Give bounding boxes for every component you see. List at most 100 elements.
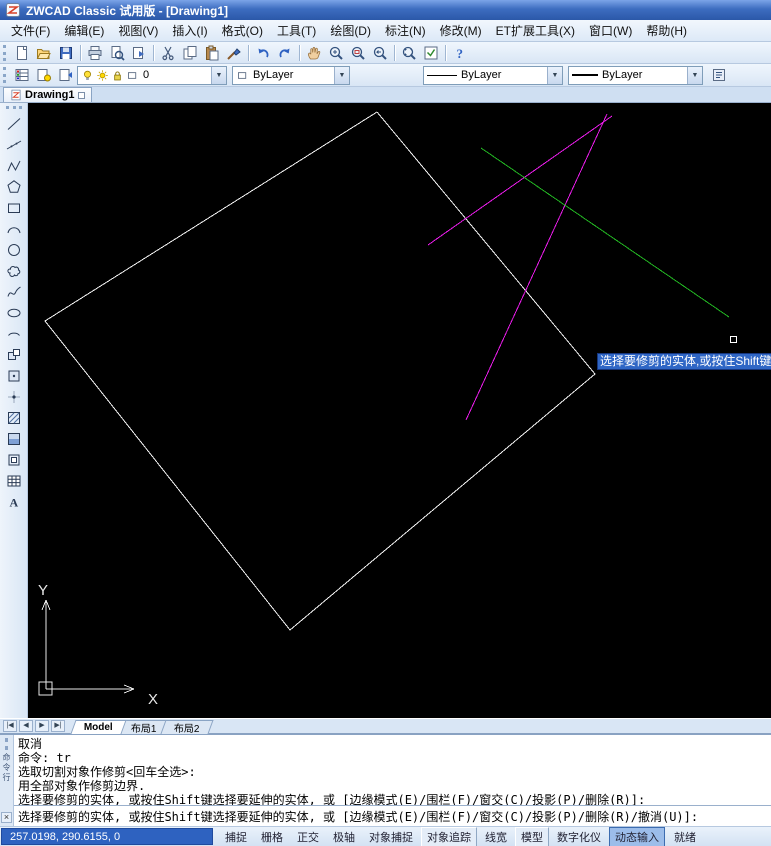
status-toggle-otrack[interactable]: 对象追踪 bbox=[421, 827, 477, 846]
chevron-down-icon[interactable]: ▼ bbox=[334, 67, 349, 84]
point-button[interactable] bbox=[2, 386, 26, 407]
status-toggle-model[interactable]: 模型 bbox=[515, 827, 549, 846]
drag-grip-icon[interactable] bbox=[5, 738, 8, 750]
linetype-combo[interactable]: ByLayer ▼ bbox=[423, 66, 563, 85]
toolbar-grip[interactable] bbox=[3, 45, 6, 61]
menu-tools[interactable]: 工具(T) bbox=[270, 19, 323, 42]
coordinates-display[interactable]: 257.0198, 290.6155, 0 bbox=[1, 828, 213, 845]
properties-button[interactable] bbox=[708, 65, 730, 85]
rectangle-button[interactable] bbox=[2, 197, 26, 218]
menu-insert[interactable]: 插入(I) bbox=[165, 19, 214, 42]
undo-button[interactable] bbox=[252, 43, 274, 63]
close-icon[interactable]: × bbox=[1, 812, 12, 823]
zoom-previous-button[interactable] bbox=[369, 43, 391, 63]
tab-nav-last-button[interactable]: ▶| bbox=[51, 720, 65, 732]
green-line[interactable] bbox=[481, 148, 729, 317]
chevron-down-icon[interactable]: ▼ bbox=[687, 67, 702, 84]
menu-et-tools[interactable]: ET扩展工具(X) bbox=[489, 19, 582, 42]
publish-button[interactable] bbox=[128, 43, 150, 63]
polyline-button[interactable] bbox=[2, 155, 26, 176]
open-button[interactable] bbox=[33, 43, 55, 63]
zoom-realtime-button[interactable] bbox=[325, 43, 347, 63]
ellipse-arc-button[interactable] bbox=[2, 323, 26, 344]
quick-select-button[interactable] bbox=[420, 43, 442, 63]
cut-button[interactable] bbox=[157, 43, 179, 63]
status-toggle-ortho[interactable]: 正交 bbox=[291, 827, 325, 846]
mtext-button[interactable]: A bbox=[2, 491, 26, 512]
layer-previous-button[interactable] bbox=[55, 65, 77, 85]
toolbar-grip[interactable] bbox=[3, 67, 6, 83]
command-prompt-row[interactable]: 选择要修剪的实体, 或按住Shift键选择要延伸的实体, 或 [边缘模式(E)/… bbox=[14, 805, 771, 826]
magenta-line-lower[interactable] bbox=[466, 114, 607, 420]
command-prompt[interactable]: 选择要修剪的实体, 或按住Shift键选择要延伸的实体, 或 [边缘模式(E)/… bbox=[18, 808, 698, 825]
status-toggle-dyn[interactable]: 动态输入 bbox=[609, 827, 665, 846]
ellipse-button[interactable] bbox=[2, 302, 26, 323]
print-preview-button[interactable] bbox=[106, 43, 128, 63]
chevron-down-icon[interactable]: ▼ bbox=[211, 67, 226, 84]
status-toggle-osnap[interactable]: 对象捕捉 bbox=[363, 827, 419, 846]
insert-block-button[interactable] bbox=[2, 344, 26, 365]
menu-format[interactable]: 格式(O) bbox=[215, 19, 270, 42]
plot-icon bbox=[87, 45, 103, 61]
gradient-button[interactable] bbox=[2, 428, 26, 449]
status-toggle-tablet[interactable]: 数字化仪 bbox=[551, 827, 607, 846]
help-button[interactable]: ? bbox=[449, 43, 471, 63]
copy-button[interactable] bbox=[179, 43, 201, 63]
region-button[interactable] bbox=[2, 449, 26, 470]
tab-nav-prev-button[interactable]: ◀ bbox=[19, 720, 33, 732]
color-combo[interactable]: ByLayer ▼ bbox=[232, 66, 350, 85]
paste-button[interactable] bbox=[201, 43, 223, 63]
revcloud-button[interactable] bbox=[2, 260, 26, 281]
command-window-titlebar[interactable]: 命令行 × bbox=[0, 735, 14, 826]
magenta-line-upper[interactable] bbox=[428, 116, 612, 245]
drawing-canvas[interactable]: Y X 选择要修剪的实体,或按住Shift键选择要 bbox=[28, 103, 771, 718]
hatch-button[interactable] bbox=[2, 407, 26, 428]
toolbar-grip[interactable] bbox=[6, 106, 22, 109]
layer-states-button[interactable] bbox=[33, 65, 55, 85]
toolbar-separator bbox=[299, 45, 300, 61]
menu-dimension[interactable]: 标注(N) bbox=[378, 19, 433, 42]
menu-window[interactable]: 窗口(W) bbox=[582, 19, 639, 42]
menu-help[interactable]: 帮助(H) bbox=[639, 19, 694, 42]
tab-model[interactable]: Model bbox=[70, 720, 126, 734]
white-diamond[interactable] bbox=[45, 112, 595, 630]
command-history[interactable]: 取消命令: tr选取切割对象作修剪<回车全选>:用全部对象作修剪边界.选择要修剪… bbox=[14, 735, 771, 805]
layer-properties-button[interactable] bbox=[11, 65, 33, 85]
redo-button[interactable] bbox=[274, 43, 296, 63]
tab-nav-next-button[interactable]: ▶ bbox=[35, 720, 49, 732]
arc-button[interactable] bbox=[2, 218, 26, 239]
status-toggle-lineweight[interactable]: 线宽 bbox=[479, 827, 513, 846]
revcloud-icon bbox=[6, 263, 22, 279]
zoom-extents-button[interactable] bbox=[398, 43, 420, 63]
status-toggle-polar[interactable]: 极轴 bbox=[327, 827, 361, 846]
make-block-button[interactable] bbox=[2, 365, 26, 386]
tab-layout2[interactable]: 布局2 bbox=[161, 720, 214, 734]
pan-button[interactable] bbox=[303, 43, 325, 63]
match-properties-button[interactable] bbox=[223, 43, 245, 63]
menu-view[interactable]: 视图(V) bbox=[111, 19, 165, 42]
xline-button[interactable] bbox=[2, 134, 26, 155]
spline-button[interactable] bbox=[2, 281, 26, 302]
zoom-window-button[interactable] bbox=[347, 43, 369, 63]
new-button[interactable] bbox=[11, 43, 33, 63]
mtext-icon: A bbox=[6, 494, 22, 510]
layer-combo[interactable]: 0 ▼ bbox=[77, 66, 227, 85]
status-toggle-grid[interactable]: 栅格 bbox=[255, 827, 289, 846]
command-history-line: 命令: tr bbox=[18, 751, 771, 765]
menu-draw[interactable]: 绘图(D) bbox=[323, 19, 378, 42]
document-tab-drawing1[interactable]: Drawing1 bbox=[3, 87, 92, 102]
lineweight-combo[interactable]: ByLayer ▼ bbox=[568, 66, 703, 85]
chevron-down-icon[interactable]: ▼ bbox=[547, 67, 562, 84]
menu-modify[interactable]: 修改(M) bbox=[433, 19, 489, 42]
circle-button[interactable] bbox=[2, 239, 26, 260]
menu-file[interactable]: 文件(F) bbox=[4, 19, 57, 42]
menu-edit[interactable]: 编辑(E) bbox=[57, 19, 111, 42]
plot-button[interactable] bbox=[84, 43, 106, 63]
polygon-button[interactable] bbox=[2, 176, 26, 197]
table-button[interactable] bbox=[2, 470, 26, 491]
tab-layout1-label: 布局1 bbox=[131, 720, 157, 735]
status-toggle-snap[interactable]: 捕捉 bbox=[219, 827, 253, 846]
tab-nav-first-button[interactable]: |◀ bbox=[3, 720, 17, 732]
line-button[interactable] bbox=[2, 113, 26, 134]
save-button[interactable] bbox=[55, 43, 77, 63]
